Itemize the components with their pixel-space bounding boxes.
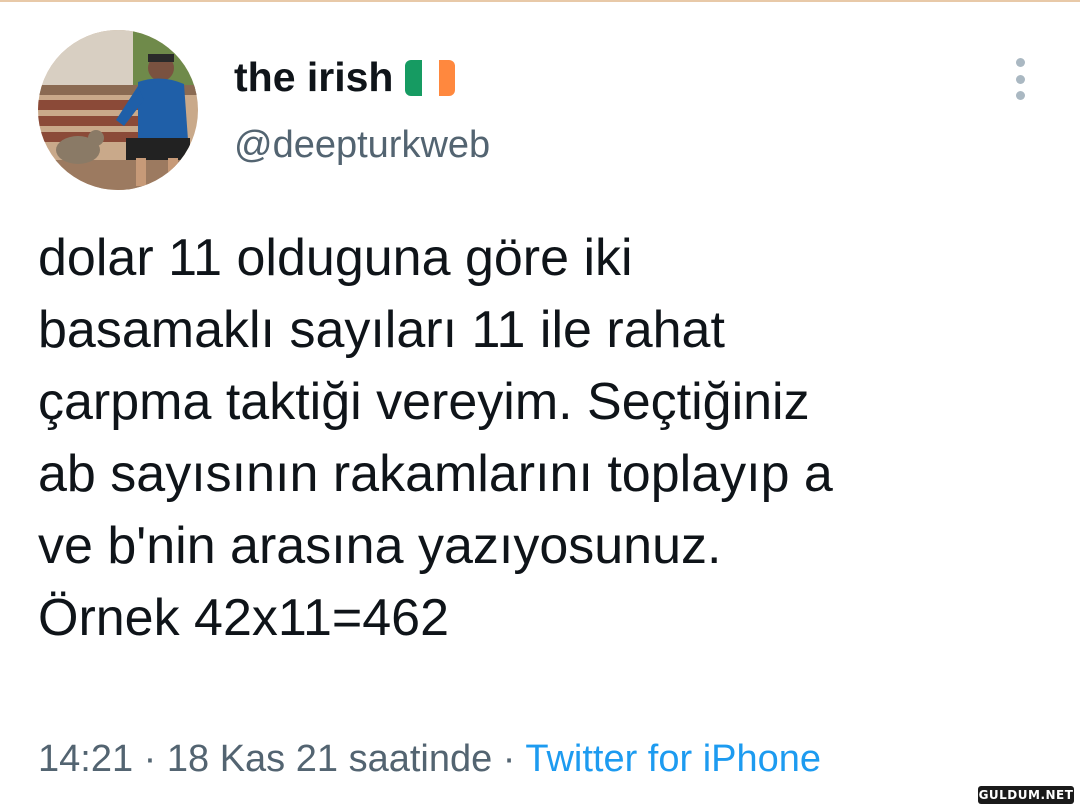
tweet-line: ve b'nin arasına yazıyosunuz. (38, 517, 722, 575)
display-name[interactable]: the irish (234, 54, 456, 101)
tweet-line: dolar 11 olduguna göre iki (38, 229, 633, 287)
tweet-text: dolar 11 olduguna göre iki basamaklı say… (38, 222, 1048, 654)
watermark-logo: GULDUM.NET (978, 786, 1074, 804)
tweet-line: ab sayısının rakamlarını toplayıp a (38, 445, 833, 503)
more-vertical-icon (1015, 58, 1025, 67)
top-divider (0, 0, 1080, 2)
tweet-metadata: 14:21 · 18 Kas 21 saatinde · Twitter for… (38, 738, 821, 781)
tweet-date[interactable]: 18 Kas 21 saatinde (167, 738, 492, 780)
display-name-text: the irish (234, 54, 394, 100)
tweet-line: çarpma taktiği vereyim. Seçtiğiniz (38, 373, 810, 431)
more-options-button[interactable] (1004, 58, 1036, 100)
tweet-line: basamaklı sayıları 11 ile rahat (38, 301, 725, 359)
tweet-time[interactable]: 14:21 (38, 738, 133, 780)
tweet-source-link[interactable]: Twitter for iPhone (525, 738, 821, 780)
meta-separator: · (133, 738, 167, 780)
avatar-photo (38, 30, 198, 190)
avatar[interactable] (38, 30, 198, 190)
ireland-flag-icon (405, 59, 456, 96)
user-handle[interactable]: @deepturkweb (234, 124, 490, 167)
tweet-line: Örnek 42x11=462 (38, 589, 449, 647)
meta-separator: · (492, 738, 526, 780)
